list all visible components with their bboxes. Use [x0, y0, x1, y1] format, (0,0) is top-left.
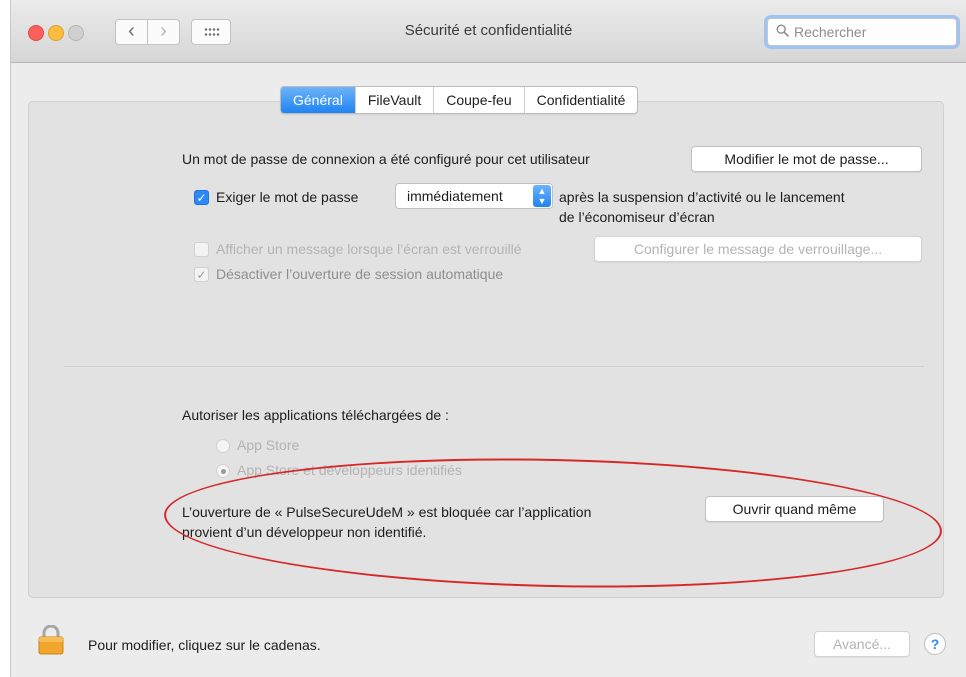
- padlock-icon[interactable]: [38, 625, 64, 655]
- lock-instructions: Pour modifier, cliquez sur le cadenas.: [88, 637, 321, 653]
- password-delay-select[interactable]: immédiatement ▲ ▼: [395, 183, 553, 209]
- search-placeholder: Rechercher: [794, 24, 867, 40]
- disable-autologin-label: Désactiver l’ouverture de session automa…: [216, 266, 504, 282]
- require-password-after-text-2: de l’économiseur d’écran: [559, 209, 715, 225]
- change-password-button[interactable]: Modifier le mot de passe...: [691, 146, 922, 172]
- show-message-checkbox[interactable]: [194, 242, 209, 257]
- tab-filevault[interactable]: FileVault: [354, 87, 433, 113]
- search-field[interactable]: Rechercher: [767, 18, 957, 46]
- radio-app-store-identified-label: App Store et développeurs identifiés: [237, 462, 462, 478]
- stepper-arrows-icon: ▲ ▼: [533, 185, 551, 207]
- checkmark-icon: ✓: [196, 268, 207, 282]
- tab-bar: Général FileVault Coupe-feu Confidential…: [280, 86, 639, 114]
- advanced-button[interactable]: Avancé...: [814, 631, 910, 657]
- content-panel: [28, 101, 944, 598]
- password-configured-text: Un mot de passe de connexion a été confi…: [182, 151, 590, 167]
- require-password-after-text: après la suspension d’activité ou le lan…: [559, 189, 845, 205]
- tab-firewall[interactable]: Coupe-feu: [433, 87, 523, 113]
- radio-app-store[interactable]: [216, 439, 230, 453]
- allow-downloads-heading: Autoriser les applications téléchargées …: [182, 407, 449, 423]
- require-password-label: Exiger le mot de passe: [216, 189, 359, 205]
- search-icon: [776, 24, 789, 37]
- require-password-checkbox[interactable]: ✓: [194, 190, 209, 205]
- title-bar: ‹ › Sécurité et confidentialité Recherch…: [11, 0, 966, 63]
- section-divider: [64, 366, 924, 367]
- checkmark-icon: ✓: [196, 191, 207, 205]
- configure-lock-message-button[interactable]: Configurer le message de verrouillage...: [594, 236, 922, 262]
- radio-app-store-label: App Store: [237, 437, 300, 453]
- radio-app-store-identified[interactable]: [216, 464, 230, 478]
- show-message-label: Afficher un message lorsque l’écran est …: [216, 241, 522, 257]
- blocked-app-message-2: provient d’un développeur non identifié.: [182, 524, 427, 540]
- help-button[interactable]: ?: [924, 633, 946, 655]
- disable-autologin-checkbox[interactable]: ✓: [194, 267, 209, 282]
- password-delay-value: immédiatement: [407, 188, 503, 204]
- tab-general[interactable]: Général: [281, 87, 355, 113]
- open-anyway-button[interactable]: Ouvrir quand même: [705, 496, 884, 522]
- blocked-app-message: L’ouverture de « PulseSecureUdeM » est b…: [182, 504, 592, 520]
- question-icon: ?: [930, 636, 940, 652]
- tab-privacy[interactable]: Confidentialité: [523, 87, 638, 113]
